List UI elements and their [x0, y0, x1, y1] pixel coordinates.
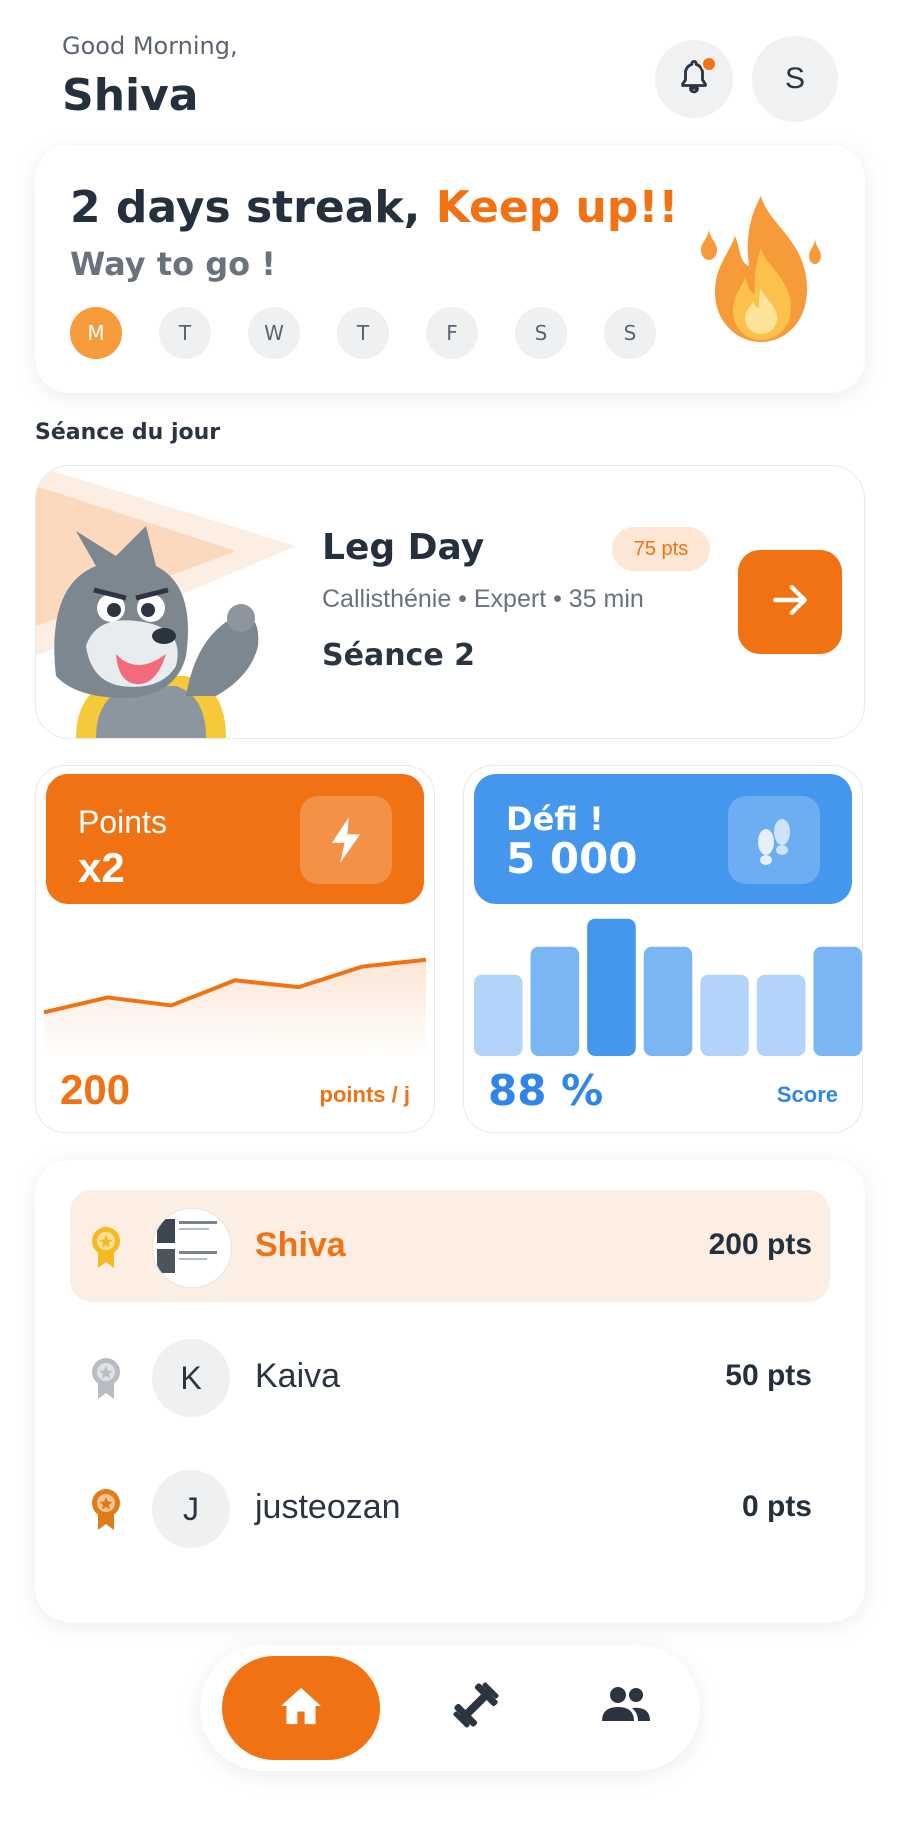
start-workout-button[interactable] [738, 550, 842, 654]
bottom-nav [200, 1645, 700, 1771]
streak-day-4: F [426, 307, 478, 359]
leaderboard-row[interactable]: Shiva 200 pts [70, 1190, 830, 1302]
lightning-icon [300, 796, 392, 884]
user-name: Shiva [62, 70, 199, 121]
workout-session: Séance 2 [322, 638, 476, 673]
challenge-bar-1 [530, 946, 580, 1056]
wolf-mascot [54, 526, 259, 738]
trend-area [44, 959, 426, 1056]
points-trend-chart [43, 957, 427, 1056]
greeting-label: Good Morning, [62, 32, 238, 60]
medal-icon [90, 1357, 122, 1404]
streak-day-6: S [604, 307, 656, 359]
home-icon [279, 1686, 323, 1731]
notification-dot [701, 56, 717, 72]
challenge-card[interactable]: Défi ! 5 000 88 % Score [463, 765, 863, 1133]
user-name: justeozan [255, 1488, 401, 1526]
challenge-bar-6 [813, 946, 862, 1056]
section-label: Séance du jour [35, 420, 221, 445]
workout-points-badge: 75 pts [612, 527, 710, 571]
user-name: Kaiva [255, 1357, 341, 1395]
medal-icon [90, 1488, 122, 1535]
streak-title: 2 days streak, Keep up!! [70, 182, 679, 233]
leaderboard-row[interactable]: K Kaiva 50 pts [70, 1321, 830, 1433]
challenge-target: 5 000 [506, 834, 638, 883]
arrow-right-icon [768, 578, 812, 627]
user-avatar: J [152, 1470, 230, 1548]
footsteps-icon [728, 796, 820, 884]
challenge-label: Défi ! [506, 800, 604, 838]
challenge-bar-4 [700, 974, 749, 1056]
medal-icon [90, 1226, 122, 1273]
workout-title: Leg Day [322, 527, 485, 568]
challenge-bar-3 [643, 946, 693, 1056]
challenge-bar-0 [474, 974, 523, 1056]
dumbbell-icon [452, 1681, 500, 1734]
notifications-button[interactable] [655, 40, 733, 118]
user-points: 50 pts [725, 1359, 812, 1392]
workout-meta: Callisthénie • Expert • 35 min [322, 585, 644, 613]
challenge-bar-chart [474, 918, 862, 1056]
fire-icon [690, 188, 832, 353]
streak-day-2: W [248, 307, 300, 359]
points-label: Points [78, 804, 167, 840]
challenge-card-header: Défi ! 5 000 [474, 774, 852, 904]
group-icon [600, 1685, 652, 1730]
points-multiplier: x2 [78, 844, 125, 891]
challenge-value: 88 % [488, 1066, 604, 1115]
nav-workouts-button[interactable] [444, 1675, 508, 1739]
points-unit: points / j [319, 1082, 410, 1107]
nav-home-button[interactable] [222, 1656, 380, 1760]
user-points: 0 pts [741, 1490, 812, 1523]
points-card[interactable]: Points x2 200 points / j [35, 765, 435, 1133]
user-name: Shiva [255, 1226, 346, 1264]
user-avatar: K [152, 1339, 230, 1417]
streak-day-5: S [515, 307, 567, 359]
challenge-bar-5 [756, 974, 806, 1056]
leaderboard-row[interactable]: Jjusteozan 0 pts [70, 1452, 830, 1564]
profile-avatar[interactable]: S [752, 36, 838, 122]
user-avatar-photo [152, 1208, 232, 1288]
points-card-header: Points x2 [46, 774, 424, 904]
nav-community-button[interactable] [594, 1675, 658, 1739]
points-value: 200 [60, 1066, 131, 1113]
streak-subtitle: Way to go ! [70, 245, 276, 283]
user-points: 200 pts [708, 1228, 812, 1261]
streak-day-1: T [159, 307, 211, 359]
challenge-unit: Score [776, 1082, 838, 1107]
challenge-bar-2 [587, 918, 636, 1056]
streak-day-0: M [70, 307, 122, 359]
streak-day-3: T [337, 307, 389, 359]
